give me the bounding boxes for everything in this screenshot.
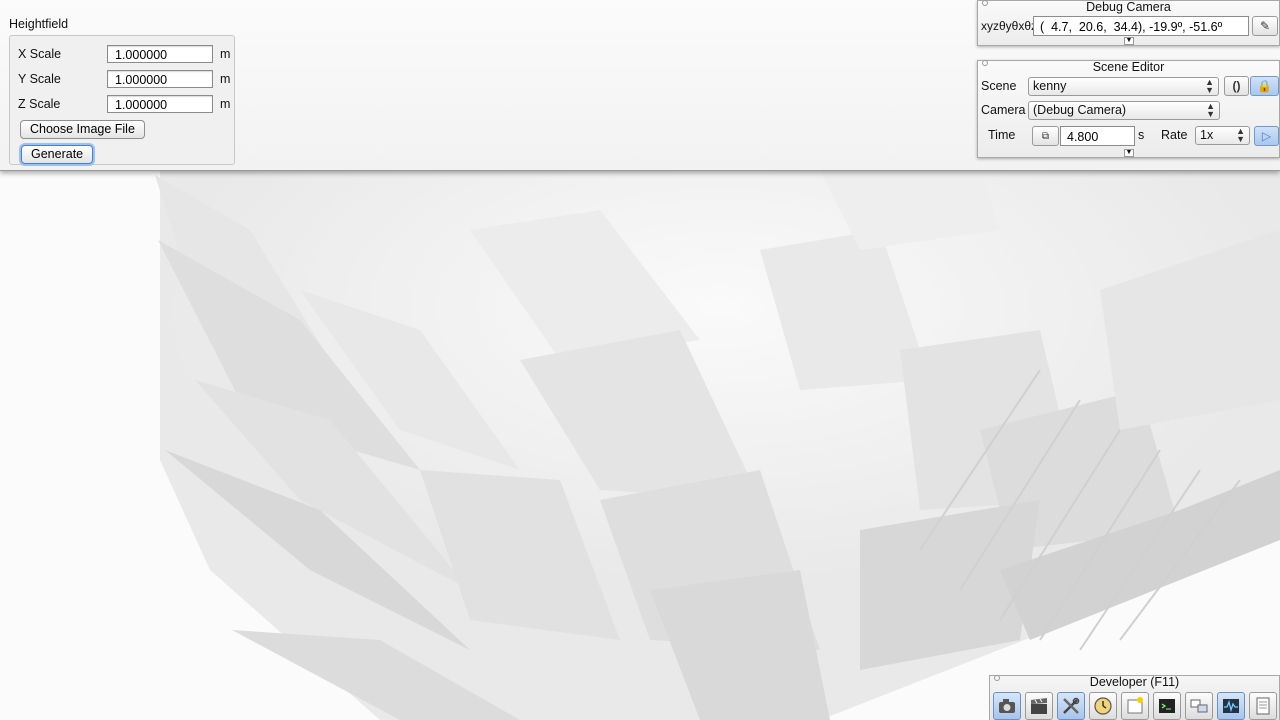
terminal-icon: [1159, 699, 1175, 713]
windows-tool-button[interactable]: [1185, 692, 1213, 720]
debug-camera-title: Debug Camera: [1086, 0, 1171, 14]
lock-scene-button[interactable]: 🔒: [1250, 76, 1279, 96]
select-arrows-icon: ▲ ▼: [1236, 126, 1245, 144]
reload-scene-button[interactable]: (): [1224, 76, 1249, 96]
heightfield-title: Heightfield: [9, 17, 69, 31]
heightfield-settings-group: X Scale m Y Scale m Z Scale m Choose Ima…: [9, 35, 235, 165]
note-icon: [1127, 697, 1143, 714]
x-scale-row: X Scale m: [18, 45, 231, 63]
tools-tool-button[interactable]: [1057, 692, 1085, 720]
copy-camera-button[interactable]: ✎: [1252, 16, 1278, 36]
y-scale-unit: m: [220, 72, 231, 86]
scene-editor-panel: Scene Editor Scene kenny ▲ ▼ () 🔒 Camera …: [977, 60, 1280, 158]
heightfield-render: [0, 170, 1280, 720]
z-scale-unit: m: [220, 97, 231, 111]
camera-select[interactable]: (Debug Camera) ▲ ▼: [1028, 101, 1220, 120]
y-scale-row: Y Scale m: [18, 70, 231, 88]
play-icon: ▷: [1261, 129, 1272, 143]
time-input[interactable]: [1060, 126, 1135, 146]
windows-icon: [1190, 699, 1208, 713]
x-scale-input[interactable]: [107, 45, 213, 63]
camera-icon: [999, 699, 1015, 713]
collapse-arrow-icon[interactable]: ▼: [1124, 37, 1134, 45]
film-icon: ⧉: [1041, 130, 1050, 142]
generate-button[interactable]: Generate: [21, 145, 94, 164]
clock-tool-button[interactable]: [1089, 692, 1117, 720]
z-scale-label: Z Scale: [18, 97, 61, 111]
developer-title: Developer (F11): [1089, 675, 1180, 689]
note-tool-button[interactable]: [1121, 692, 1149, 720]
camera-select-value: (Debug Camera): [1033, 103, 1127, 117]
clapperboard-tool-button[interactable]: [1025, 692, 1053, 720]
x-scale-unit: m: [220, 47, 231, 61]
z-scale-row: Z Scale m: [18, 95, 231, 113]
time-unit: s: [1138, 128, 1145, 142]
reload-icon: (): [1232, 79, 1241, 93]
time-label: Time: [988, 128, 1016, 142]
time-mode-button[interactable]: ⧉: [1032, 126, 1059, 146]
3d-viewport[interactable]: [0, 170, 1280, 720]
waveform-icon: [1223, 699, 1239, 713]
play-button[interactable]: ▷: [1254, 126, 1279, 146]
camera-label: Camera: [981, 103, 1026, 117]
debug-camera-panel: Debug Camera xyzθyθxθz ✎ ▼: [977, 0, 1280, 46]
select-arrows-icon: ▲ ▼: [1206, 101, 1215, 119]
rate-select[interactable]: 1x ▲ ▼: [1195, 126, 1250, 145]
collapse-arrow-icon[interactable]: ▼: [1124, 149, 1134, 157]
scene-editor-title: Scene Editor: [1092, 60, 1165, 74]
x-scale-label: X Scale: [18, 47, 62, 61]
choose-image-file-button[interactable]: Choose Image File: [20, 120, 145, 139]
tools-icon: [1063, 697, 1080, 714]
lock-icon: 🔒: [1257, 79, 1272, 93]
select-arrows-icon: ▲ ▼: [1205, 77, 1214, 95]
waveform-tool-button[interactable]: [1217, 692, 1245, 720]
z-scale-input[interactable]: [107, 95, 213, 113]
document-icon: [1256, 697, 1270, 715]
rate-select-value: 1x: [1200, 128, 1214, 142]
clapperboard-icon: [1031, 698, 1047, 714]
scene-label: Scene: [981, 79, 1017, 93]
pencil-icon: ✎: [1259, 19, 1271, 33]
scene-select-value: kenny: [1033, 79, 1067, 93]
document-tool-button[interactable]: [1249, 692, 1277, 720]
scene-select[interactable]: kenny ▲ ▼: [1028, 77, 1219, 96]
terminal-tool-button[interactable]: [1153, 692, 1181, 720]
rate-label: Rate: [1161, 128, 1188, 142]
y-scale-label: Y Scale: [18, 72, 61, 86]
developer-toolbar: Developer (F11): [989, 675, 1280, 720]
camera-tool-button[interactable]: [993, 692, 1021, 720]
clock-icon: [1094, 697, 1112, 715]
camera-coords-field[interactable]: [1033, 16, 1249, 36]
camera-coords-label: xyzθyθxθz: [981, 19, 1038, 33]
y-scale-input[interactable]: [107, 70, 213, 88]
